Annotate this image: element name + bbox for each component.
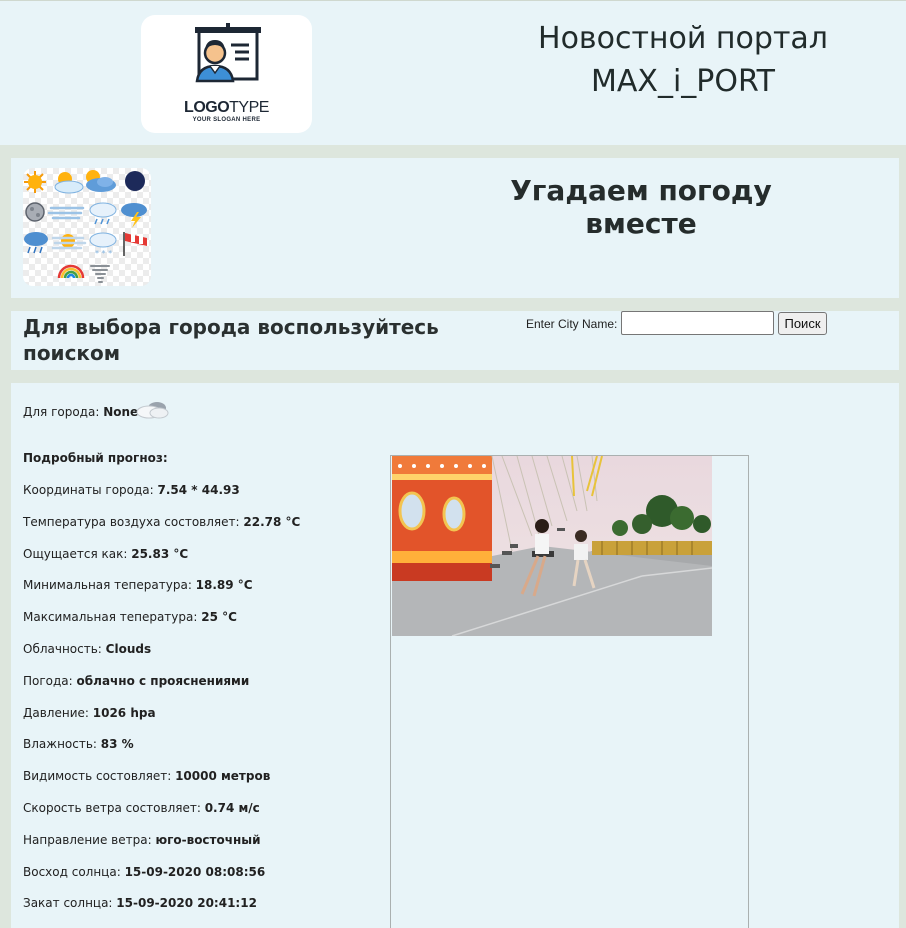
city-value: None (103, 405, 139, 419)
portal-title-line2: MAX_i_PORT (591, 64, 775, 99)
forecast-row-wind-speed: Скорость ветра состовляет: 0.74 м/с (23, 801, 260, 815)
weather-icons-image: * * * (23, 168, 151, 286)
rain-icon (24, 232, 48, 254)
forecast-row-min-temp: Минимальная тепература: 18.89 °C (23, 578, 253, 592)
forecast-row-visibility: Видимость состовляет: 10000 метров (23, 769, 271, 783)
forecast-row-humidity: Влажность: 83 % (23, 737, 134, 751)
logo-wordmark: LOGOTYPE (184, 99, 269, 116)
city-photo-frame (390, 455, 749, 928)
fog-icon (47, 206, 85, 220)
rain-cloud-icon (89, 202, 117, 225)
portal-title-line1: Новостной портал (538, 21, 828, 56)
weather-banner: * * * Угадаем погоду вместе (11, 158, 899, 298)
weather-heading: Угадаем погоду вместе (510, 174, 772, 240)
city-search-panel: Для выбора города воспользуйтесь поиском… (11, 311, 899, 370)
forecast-row-weather: Погода: облачно с прояснениями (23, 674, 250, 688)
forecast-row-cloudiness: Облачность: Clouds (23, 642, 152, 656)
presenter-icon (195, 23, 261, 83)
forecast-row-temperature: Температура воздуха состовляет: 22.78 °C (23, 515, 301, 529)
forecast-title: Подробный прогноз: (23, 451, 168, 465)
snow-cloud-icon: * * * (89, 232, 117, 258)
tornado-icon (90, 265, 110, 283)
clouds-icon (136, 402, 169, 419)
search-button[interactable]: Поиск (778, 312, 827, 335)
forecast-row-wind-direction: Направление ветра: юго-восточный (23, 833, 261, 847)
city-line-label: Для города: (23, 405, 104, 419)
sun-cloud-icon (54, 172, 84, 194)
site-header: LOGOTYPE YOUR SLOGAN HERE Новостной порт… (0, 0, 906, 145)
full-moon-icon (25, 202, 45, 222)
moon-icon (125, 171, 145, 191)
windsock-icon (123, 232, 147, 256)
site-logo[interactable]: LOGOTYPE YOUR SLOGAN HERE (141, 15, 312, 133)
forecast-panel: Для города: None Подробный прогноз: Коор… (11, 383, 899, 928)
portal-title: Новостной портал MAX_i_PORT (490, 17, 876, 103)
city-photo (392, 456, 712, 636)
forecast-row-sunrise: Восход солнца: 15-09-2020 08:08:56 (23, 865, 266, 879)
sun-icon (24, 171, 46, 193)
fog-sun-icon (51, 234, 87, 250)
forecast-row-coordinates: Координаты города: 7.54 * 44.93 (23, 483, 240, 497)
city-input-label: Enter City Name: (526, 317, 618, 331)
svg-text:* * *: * * * (95, 249, 112, 258)
forecast-row-pressure: Давление: 1026 hpa (23, 706, 156, 720)
sun-cloud-icon (86, 170, 116, 192)
city-input[interactable] (621, 311, 774, 335)
city-line: Для города: None (23, 405, 138, 419)
forecast-row-sunset: Закат солнца: 15-09-2020 20:41:12 (23, 896, 257, 910)
logo-slogan: YOUR SLOGAN HERE (192, 117, 261, 123)
rainbow-icon (57, 264, 85, 279)
forecast-row-max-temp: Максимальная тепература: 25 °C (23, 610, 237, 624)
forecast-row-feels-like: Ощущается как: 25.83 °C (23, 547, 189, 561)
thunderstorm-icon (121, 203, 147, 228)
search-heading: Для выбора города воспользуйтесь поиском (23, 315, 439, 365)
